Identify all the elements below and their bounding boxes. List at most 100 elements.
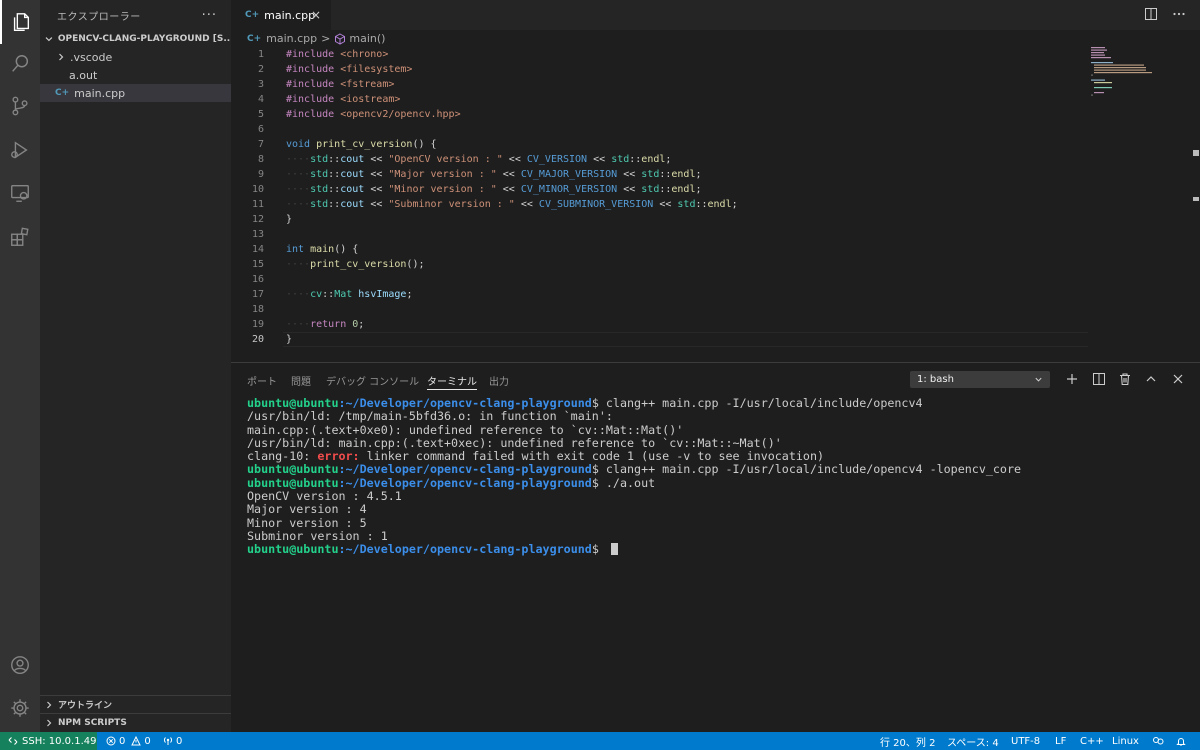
terminal-output[interactable]: ubuntu@ubuntu:~/Developer/opencv-clang-p… xyxy=(247,396,1187,557)
split-terminal-icon[interactable] xyxy=(1091,371,1107,387)
breadcrumb-file[interactable]: main.cpp xyxy=(266,32,317,45)
code-token: << xyxy=(617,169,642,180)
code-token: CV_MAJOR_VERSION xyxy=(520,169,618,180)
tab-debug-console[interactable]: デバッグ コンソール xyxy=(326,373,419,388)
code-token: << xyxy=(514,199,539,210)
npm-scripts-section[interactable]: NPM SCRIPTS xyxy=(40,713,231,731)
code-text: ····print_cv_version(); xyxy=(286,257,424,272)
terminal-line: main.cpp:(.text+0xe0): undefined referen… xyxy=(247,422,684,437)
cpp-file-icon: C+ xyxy=(55,88,70,98)
os-indicator[interactable]: Linux xyxy=(1112,732,1139,750)
tab-output[interactable]: 出力 xyxy=(489,373,509,388)
line-number: 16 xyxy=(251,274,264,285)
code-line[interactable]: 10 ····std::cout << "Minor version : " <<… xyxy=(231,182,1091,197)
code-line[interactable]: 4 #include <iostream> xyxy=(231,92,1091,107)
breadcrumb: C+ main.cpp > main() xyxy=(231,30,1200,47)
code-token: <opencv2/opencv.hpp> xyxy=(340,109,461,120)
close-icon[interactable]: × xyxy=(311,8,321,22)
code-line[interactable]: 13 xyxy=(231,227,1091,242)
line-number: 5 xyxy=(257,109,264,120)
code-line[interactable]: 18 xyxy=(231,302,1091,317)
breadcrumb-symbol[interactable]: main() xyxy=(349,32,385,45)
problems-indicator[interactable]: 0 0 xyxy=(106,732,151,750)
cursor-position[interactable]: 行 20、列 2 xyxy=(880,732,935,750)
code-token: << xyxy=(502,154,527,165)
code-token: cout xyxy=(340,199,365,210)
code-token: ···· xyxy=(286,169,311,180)
code-line[interactable]: 16 xyxy=(231,272,1091,287)
line-number: 2 xyxy=(257,64,264,75)
code-line[interactable]: 2 #include <filesystem> xyxy=(231,62,1091,77)
tab-ports[interactable]: ポート xyxy=(247,373,277,388)
scrollbar-marker xyxy=(1193,150,1199,156)
code-token: <iostream> xyxy=(340,94,401,105)
ports-indicator[interactable]: 0 xyxy=(163,732,182,750)
more-actions-icon[interactable] xyxy=(1172,7,1186,21)
chevron-right-icon xyxy=(47,701,52,708)
trash-icon[interactable] xyxy=(1117,371,1133,387)
code-token: << xyxy=(587,154,612,165)
code-line[interactable]: 17 ····cv::Mat hsvImage; xyxy=(231,287,1091,302)
minimap[interactable] xyxy=(1091,47,1191,107)
code-line[interactable]: 19 ····return 0; xyxy=(231,317,1091,332)
new-terminal-icon[interactable] xyxy=(1064,371,1080,387)
code-text: int main() { xyxy=(286,242,358,257)
code-line[interactable]: 11 ····std::cout << "Subminor version : "… xyxy=(231,197,1091,212)
workspace-folder[interactable]: OPENCV-CLANG-PLAYGROUND [S... xyxy=(40,30,231,48)
chevron-up-icon[interactable] xyxy=(1143,371,1159,387)
close-icon[interactable] xyxy=(1170,371,1186,387)
code-token: cout xyxy=(340,154,365,165)
code-line[interactable]: 8 ····std::cout << "OpenCV version : " <<… xyxy=(231,152,1091,167)
terminal-select[interactable]: 1: bash xyxy=(910,371,1050,388)
code-token: :: xyxy=(322,289,335,300)
chevron-down-icon xyxy=(45,37,53,42)
end-of-line[interactable]: LF xyxy=(1055,732,1066,750)
tab-label: main.cpp xyxy=(264,8,316,22)
tree-item-vscode[interactable]: .vscode xyxy=(40,48,231,66)
code-line[interactable]: 14 int main() { xyxy=(231,242,1091,257)
code-line[interactable]: 7 void print_cv_version() { xyxy=(231,137,1091,152)
code-line[interactable]: 12} xyxy=(231,212,1091,227)
remote-explorer-icon[interactable] xyxy=(0,171,40,215)
code-line[interactable]: 20} xyxy=(231,332,1091,347)
code-text: #include <fstream> xyxy=(286,77,394,92)
tab-terminal[interactable]: ターミナル xyxy=(427,373,477,390)
explorer-icon[interactable] xyxy=(0,0,40,44)
line-number: 4 xyxy=(257,94,264,105)
error-icon xyxy=(106,736,116,746)
more-actions-icon[interactable]: ··· xyxy=(202,8,217,23)
code-token: std xyxy=(310,169,329,180)
split-editor-icon[interactable] xyxy=(1144,7,1158,21)
remote-indicator[interactable]: SSH: 10.0.1.49 xyxy=(0,732,97,750)
tree-item-aout[interactable]: a.out xyxy=(40,66,231,84)
search-icon[interactable] xyxy=(0,42,40,86)
tab-main-cpp[interactable]: C+ main.cpp × xyxy=(231,0,331,30)
npm-scripts-title: NPM SCRIPTS xyxy=(58,717,127,728)
extensions-icon[interactable] xyxy=(0,215,40,259)
code-token: #include xyxy=(286,79,341,90)
code-line[interactable]: 5 #include <opencv2/opencv.hpp> xyxy=(231,107,1091,122)
account-icon[interactable] xyxy=(0,643,40,687)
code-line[interactable]: 3 #include <fstream> xyxy=(231,77,1091,92)
code-line[interactable]: 9 ····std::cout << "Major version : " << … xyxy=(231,167,1091,182)
tree-item-main-cpp[interactable]: C+ main.cpp xyxy=(40,84,231,102)
notifications-bell-icon[interactable] xyxy=(1176,736,1186,746)
code-editor[interactable]: 1 #include <chrono> 2 #include <filesystem>… xyxy=(231,47,1200,362)
code-line[interactable]: 6 xyxy=(231,122,1091,137)
code-text: ····std::cout << "Major version : " << C… xyxy=(286,167,702,182)
code-token: #include xyxy=(286,109,341,120)
code-token: :: xyxy=(695,199,708,210)
code-line[interactable]: 1 #include <chrono> xyxy=(231,47,1091,62)
tab-problems[interactable]: 問題 xyxy=(291,373,311,388)
code-token: :: xyxy=(659,184,672,195)
feedback-icon[interactable] xyxy=(1152,736,1164,746)
indentation[interactable]: スペース: 4 xyxy=(947,732,999,750)
tree-item-label: a.out xyxy=(69,68,98,82)
outline-section[interactable]: アウトライン xyxy=(40,695,231,713)
language-mode[interactable]: C++ xyxy=(1080,732,1104,750)
settings-gear-icon[interactable] xyxy=(0,686,40,730)
encoding[interactable]: UTF-8 xyxy=(1011,732,1040,750)
source-control-icon[interactable] xyxy=(0,84,40,128)
code-line[interactable]: 15 ····print_cv_version(); xyxy=(231,257,1091,272)
run-debug-icon[interactable] xyxy=(0,128,40,172)
